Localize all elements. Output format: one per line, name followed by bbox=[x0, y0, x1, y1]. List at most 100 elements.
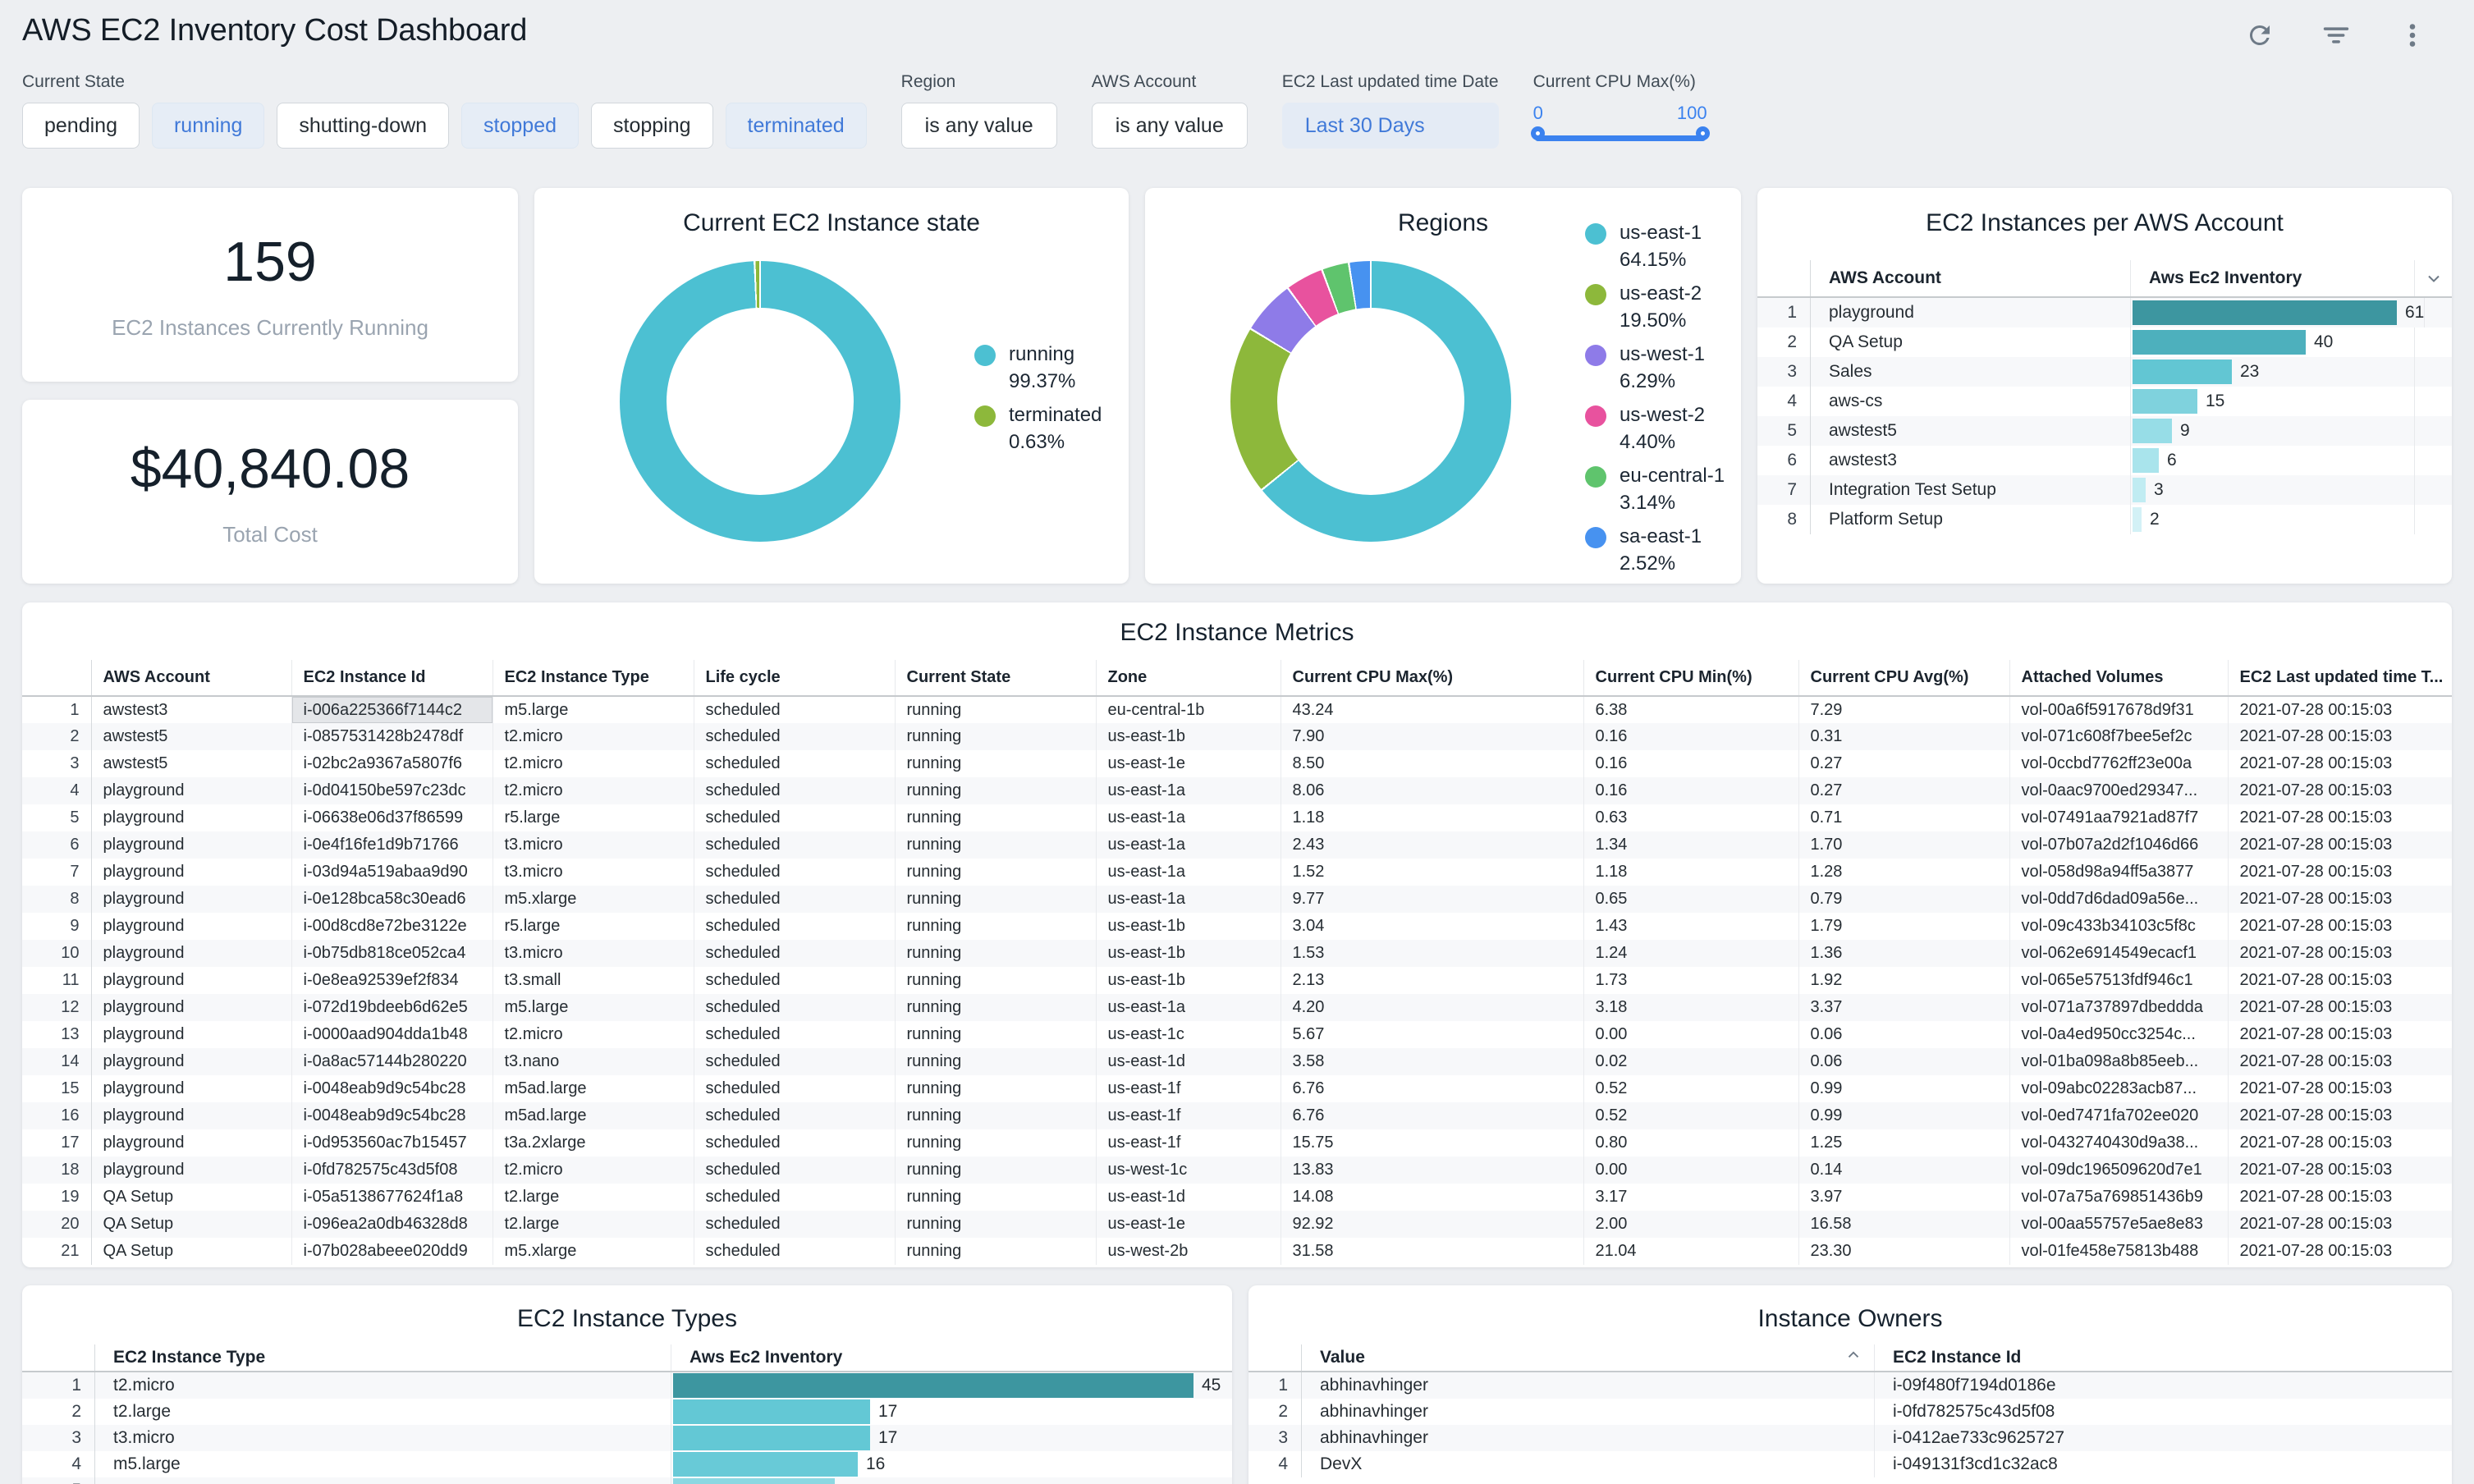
cell[interactable]: vol-01fe458e75813b488 bbox=[2009, 1238, 2228, 1265]
cell[interactable]: i-07b028abeee020dd9 bbox=[291, 1238, 493, 1265]
cell[interactable]: playground bbox=[91, 1021, 291, 1048]
cell[interactable]: running bbox=[895, 723, 1096, 750]
cell[interactable]: us-east-1a bbox=[1096, 831, 1281, 859]
cell[interactable]: 2021-07-28 00:15:03 bbox=[2228, 831, 2452, 859]
cell[interactable]: vol-071c608f7bee5ef2c bbox=[2009, 723, 2228, 750]
filter-chip-stopping[interactable]: stopping bbox=[591, 103, 713, 149]
cell[interactable]: vol-07491aa7921ad87f7 bbox=[2009, 804, 2228, 831]
cell[interactable]: playground bbox=[91, 1129, 291, 1157]
cell[interactable]: scheduled bbox=[694, 1184, 895, 1211]
cell[interactable]: playground bbox=[91, 886, 291, 913]
sort-ascending-icon[interactable] bbox=[1844, 1346, 1862, 1369]
cell[interactable]: vol-01ba098a8b85eeb... bbox=[2009, 1048, 2228, 1075]
cell[interactable]: 31.58 bbox=[1281, 1238, 1583, 1265]
column-header[interactable]: Life cycle bbox=[694, 660, 895, 696]
cell[interactable]: us-east-1b bbox=[1096, 913, 1281, 940]
cell[interactable]: 2021-07-28 00:15:03 bbox=[2228, 1238, 2452, 1265]
cell[interactable]: 1.53 bbox=[1281, 940, 1583, 967]
slider-handle-min[interactable] bbox=[1531, 126, 1545, 140]
instance-state-donut-chart[interactable] bbox=[620, 261, 900, 542]
column-header[interactable]: Zone bbox=[1096, 660, 1281, 696]
refresh-icon[interactable] bbox=[2245, 21, 2275, 50]
cell[interactable]: 9.77 bbox=[1281, 886, 1583, 913]
cell[interactable]: vol-09c433b34103c5f8c bbox=[2009, 913, 2228, 940]
value-bar[interactable] bbox=[2133, 330, 2306, 355]
legend-item[interactable]: us-east-219.50% bbox=[1585, 280, 1741, 334]
cell[interactable]: running bbox=[895, 913, 1096, 940]
column-header[interactable]: Value bbox=[1301, 1344, 1874, 1371]
cell[interactable]: scheduled bbox=[694, 1102, 895, 1129]
cell[interactable]: us-west-1c bbox=[1096, 1157, 1281, 1184]
cell[interactable]: scheduled bbox=[694, 913, 895, 940]
legend-item[interactable]: us-west-24.40% bbox=[1585, 401, 1741, 456]
cell[interactable]: running bbox=[895, 859, 1096, 886]
cell[interactable]: us-east-1e bbox=[1096, 750, 1281, 777]
cell[interactable]: 0.27 bbox=[1798, 777, 2009, 804]
cell[interactable]: 2021-07-28 00:15:03 bbox=[2228, 696, 2452, 723]
cell[interactable]: 2.00 bbox=[1583, 1211, 1798, 1238]
cell[interactable]: i-05a5138677624f1a8 bbox=[291, 1184, 493, 1211]
date-range-button[interactable]: Last 30 Days bbox=[1282, 103, 1499, 149]
cell[interactable]: running bbox=[895, 1075, 1096, 1102]
cell[interactable]: scheduled bbox=[694, 940, 895, 967]
cell[interactable]: 2021-07-28 00:15:03 bbox=[2228, 1102, 2452, 1129]
category-cell[interactable]: Platform Setup bbox=[1810, 505, 2130, 534]
cell[interactable]: 0.06 bbox=[1798, 1048, 2009, 1075]
cell[interactable]: awstest3 bbox=[91, 696, 291, 723]
cell[interactable]: us-west-2b bbox=[1096, 1238, 1281, 1265]
legend-item[interactable]: us-west-16.29% bbox=[1585, 341, 1741, 395]
cell[interactable]: t3.micro bbox=[493, 940, 694, 967]
cell[interactable]: running bbox=[895, 1021, 1096, 1048]
cell[interactable]: i-0b75db818ce052ca4 bbox=[291, 940, 493, 967]
cell[interactable]: 0.79 bbox=[1798, 886, 2009, 913]
owner-value-cell[interactable]: abhinavhinger bbox=[1301, 1399, 1874, 1425]
cell[interactable]: 3.18 bbox=[1583, 994, 1798, 1021]
cell[interactable]: i-06638e06d37f86599 bbox=[291, 804, 493, 831]
column-header[interactable]: AWS Account bbox=[91, 660, 291, 696]
selected-cell[interactable]: i-006a225366f7144c2 bbox=[291, 696, 493, 723]
cell[interactable]: us-east-1b bbox=[1096, 967, 1281, 994]
cell[interactable]: playground bbox=[91, 804, 291, 831]
category-cell[interactable] bbox=[94, 1477, 671, 1484]
cell[interactable]: i-02bc2a9367a5807f6 bbox=[291, 750, 493, 777]
cell[interactable]: 0.65 bbox=[1583, 886, 1798, 913]
cell[interactable]: vol-0dd7d6dad09a56e... bbox=[2009, 886, 2228, 913]
region-select[interactable]: is any value bbox=[901, 103, 1057, 149]
cell[interactable]: 16.58 bbox=[1798, 1211, 2009, 1238]
cell[interactable]: 2021-07-28 00:15:03 bbox=[2228, 750, 2452, 777]
cell[interactable]: 23.30 bbox=[1798, 1238, 2009, 1265]
cell[interactable]: running bbox=[895, 831, 1096, 859]
cell[interactable]: 0.14 bbox=[1798, 1157, 2009, 1184]
category-cell[interactable]: playground bbox=[1810, 298, 2130, 327]
cell[interactable]: us-east-1f bbox=[1096, 1129, 1281, 1157]
cell[interactable]: scheduled bbox=[694, 1021, 895, 1048]
owner-value-cell[interactable]: DevX bbox=[1301, 1451, 1874, 1477]
cell[interactable]: scheduled bbox=[694, 1238, 895, 1265]
cell[interactable]: us-east-1b bbox=[1096, 723, 1281, 750]
cell[interactable]: 3.04 bbox=[1281, 913, 1583, 940]
cell[interactable]: running bbox=[895, 750, 1096, 777]
cell[interactable]: QA Setup bbox=[91, 1184, 291, 1211]
cell[interactable]: playground bbox=[91, 1102, 291, 1129]
cell[interactable]: running bbox=[895, 994, 1096, 1021]
cell[interactable]: vol-09dc196509620d7e1 bbox=[2009, 1157, 2228, 1184]
cell[interactable]: eu-central-1b bbox=[1096, 696, 1281, 723]
cell[interactable]: us-east-1f bbox=[1096, 1075, 1281, 1102]
cell[interactable]: 2021-07-28 00:15:03 bbox=[2228, 859, 2452, 886]
cell[interactable]: 0.00 bbox=[1583, 1157, 1798, 1184]
cell[interactable]: vol-071a737897dbeddda bbox=[2009, 994, 2228, 1021]
cell[interactable]: t2.large bbox=[493, 1211, 694, 1238]
cell[interactable]: running bbox=[895, 696, 1096, 723]
cell[interactable]: running bbox=[895, 1238, 1096, 1265]
cell[interactable]: 2021-07-28 00:15:03 bbox=[2228, 777, 2452, 804]
column-header[interactable]: Current CPU Avg(%) bbox=[1798, 660, 2009, 696]
cell[interactable]: scheduled bbox=[694, 831, 895, 859]
cell[interactable]: 0.99 bbox=[1798, 1102, 2009, 1129]
category-cell[interactable]: m5.large bbox=[94, 1451, 671, 1477]
value-bar[interactable] bbox=[2133, 507, 2142, 532]
cell[interactable]: us-east-1f bbox=[1096, 1102, 1281, 1129]
cell[interactable]: 13.83 bbox=[1281, 1157, 1583, 1184]
column-header[interactable]: EC2 Instance Type bbox=[493, 660, 694, 696]
column-header[interactable]: Current CPU Max(%) bbox=[1281, 660, 1583, 696]
cell[interactable]: 1.18 bbox=[1583, 859, 1798, 886]
